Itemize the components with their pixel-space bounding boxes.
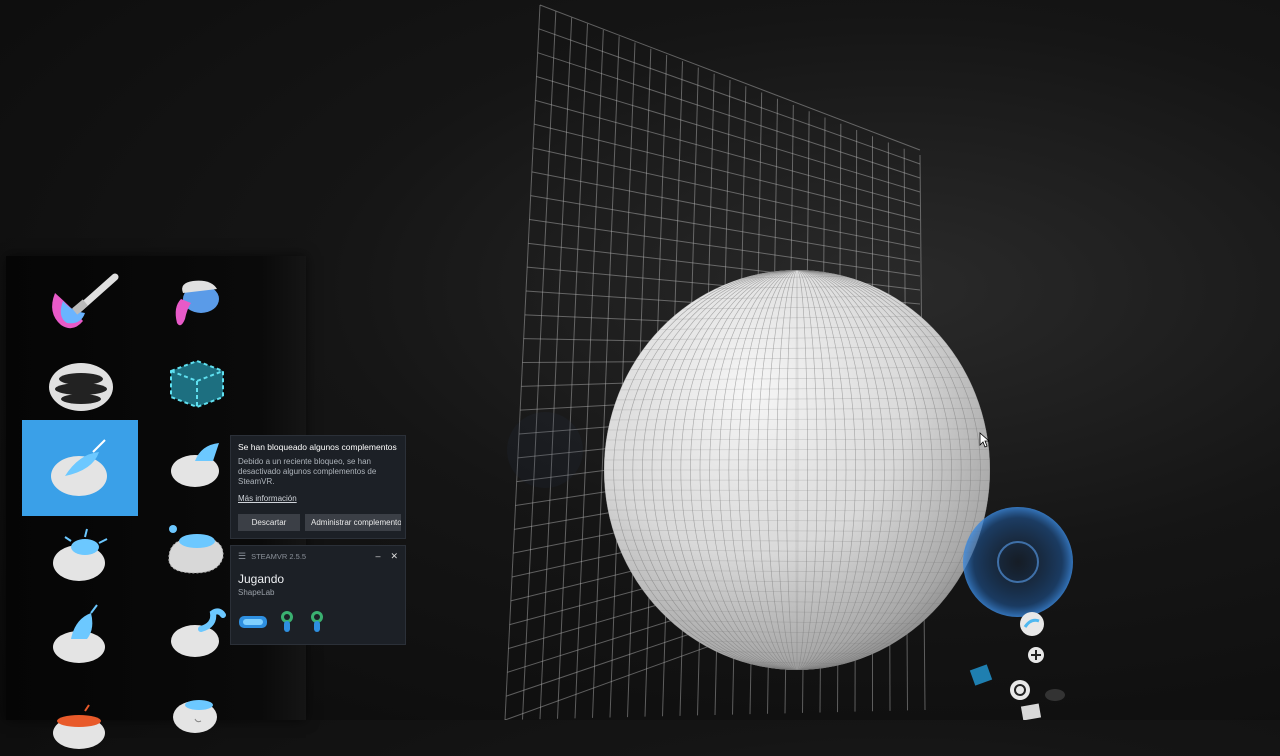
hamburger-menu-icon[interactable]: ☰ [238,551,246,562]
headset-icon[interactable] [238,613,268,631]
pull-brush-icon [35,593,125,673]
tool-inflate-brush[interactable] [22,508,138,598]
tool-box-primitive[interactable] [138,338,254,428]
tool-pull-brush[interactable] [22,588,138,678]
minimize-button[interactable]: – [375,551,380,561]
right-controller [963,507,1073,720]
notification-body: Debido a un reciente bloqueo, se han des… [238,457,398,487]
more-info-link[interactable]: Más información [238,494,398,503]
notification-title: Se han bloqueado algunos complementos [238,442,398,452]
dismiss-button[interactable]: Descartar [238,514,300,531]
tool-flatten-brush[interactable] [138,660,254,750]
smooth-brush-icon [151,509,241,589]
manage-plugins-button[interactable]: Administrar complementos [305,514,401,531]
plugins-blocked-notification: Se han bloqueado algunos complementos De… [230,435,406,539]
mouse-cursor-icon [979,432,989,448]
cut-brush-icon [35,671,125,751]
twist-brush-icon [151,589,241,669]
left-controller-ghost [507,412,583,488]
flatten-brush-icon [151,665,241,745]
steamvr-version: STEAMVR 2.5.5 [251,552,365,561]
box-icon [151,343,241,423]
tool-cut-brush[interactable] [22,666,138,756]
playing-status: Jugando [238,572,398,586]
controller-icon[interactable] [276,611,298,633]
sculpt-sphere [600,264,995,676]
current-game: ShapeLab [238,588,398,597]
tool-paint-brush[interactable] [22,258,138,348]
tool-clay-brush[interactable] [22,420,138,516]
layers-icon [35,343,125,423]
move-brush-icon [151,421,241,501]
paint-brush-icon [35,263,125,343]
clay-brush-icon [35,428,125,508]
steamvr-status-panel: ☰ STEAMVR 2.5.5 – ✕ Jugando ShapeLab [230,545,406,645]
close-button[interactable]: ✕ [390,551,398,562]
controller-icon[interactable] [306,611,328,633]
tool-paint-bucket[interactable] [138,258,254,348]
inflate-brush-icon [35,513,125,593]
tool-layers[interactable] [22,338,138,428]
device-list [238,611,398,633]
paint-bucket-icon [151,263,241,343]
